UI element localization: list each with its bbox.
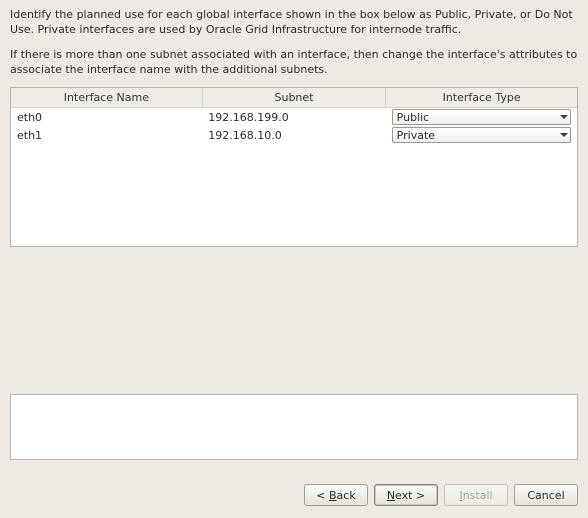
header-subnet[interactable]: Subnet [202, 88, 385, 108]
table-row[interactable]: eth0 192.168.199.0 Public [11, 108, 577, 127]
instruction-text: Identify the planned use for each global… [10, 8, 578, 77]
table-header-row: Interface Name Subnet Interface Type [11, 88, 577, 108]
chevron-down-icon [560, 133, 568, 137]
chevron-down-icon [560, 115, 568, 119]
instruction-paragraph-2: If there is more than one subnet associa… [10, 48, 578, 78]
interface-type-value: Public [397, 111, 430, 124]
cell-interface-type[interactable]: Private [386, 126, 577, 144]
wizard-button-bar: < Back Next > Install Cancel [0, 480, 588, 518]
cell-subnet[interactable]: 192.168.199.0 [202, 108, 385, 127]
header-interface-name[interactable]: Interface Name [11, 88, 202, 108]
cell-interface-type[interactable]: Public [386, 108, 577, 127]
next-button-label: Next > [387, 489, 425, 502]
back-button[interactable]: < Back [304, 484, 368, 506]
interface-table: Interface Name Subnet Interface Type eth… [11, 88, 577, 144]
table-row[interactable]: eth1 192.168.10.0 Private [11, 126, 577, 144]
interface-type-dropdown[interactable]: Private [392, 127, 571, 143]
cell-interface-name[interactable]: eth1 [11, 126, 202, 144]
cancel-button[interactable]: Cancel [514, 484, 578, 506]
instruction-paragraph-1: Identify the planned use for each global… [10, 8, 578, 38]
message-panel [10, 394, 578, 460]
cell-interface-name[interactable]: eth0 [11, 108, 202, 127]
cell-subnet[interactable]: 192.168.10.0 [202, 126, 385, 144]
interface-type-dropdown[interactable]: Public [392, 109, 571, 125]
install-button-label: Install [459, 489, 492, 502]
interface-table-container: Interface Name Subnet Interface Type eth… [10, 87, 578, 247]
header-interface-type[interactable]: Interface Type [386, 88, 577, 108]
install-button: Install [444, 484, 508, 506]
back-button-label: < Back [316, 489, 355, 502]
interface-type-value: Private [397, 129, 435, 142]
next-button[interactable]: Next > [374, 484, 438, 506]
cancel-button-label: Cancel [527, 489, 564, 502]
